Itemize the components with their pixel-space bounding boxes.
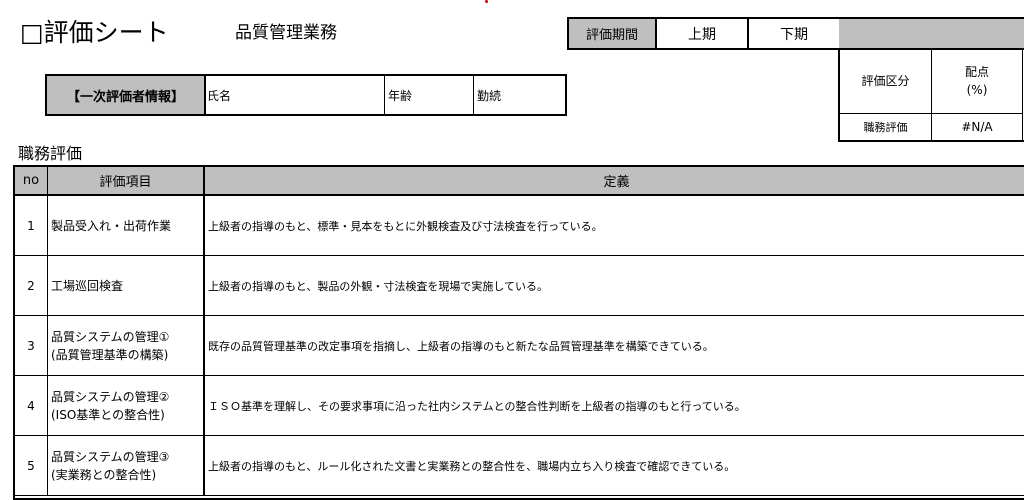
job-evaluation-table: no 評価項目 定義 1 製品受入れ・出荷作業 上級者の指導のもと、標準・見本を… <box>13 165 1024 500</box>
points-header: 配点 (%) <box>932 48 1023 114</box>
evaluator-tenure-cell[interactable]: 勤続 <box>474 76 565 114</box>
evaluation-category-header: 評価区分 <box>840 48 932 114</box>
row-item[interactable]: 工場巡回検査 <box>48 256 205 315</box>
row-item[interactable]: 製品受入れ・出荷作業 <box>48 196 205 255</box>
period-header-fill <box>839 17 1024 50</box>
evaluator-age-cell[interactable]: 年齢 <box>385 76 474 114</box>
row-definition[interactable]: 上級者の指導のもと、標準・見本をもとに外観検査及び寸法検査を行っている。 <box>205 196 1024 255</box>
table-row: 5 品質システムの管理③ (実業務との整合性) 上級者の指導のもと、ルール化され… <box>15 436 1024 496</box>
row-definition[interactable]: 既存の品質管理基準の改定事項を指摘し、上級者の指導のもと新たな品質管理基準を構築… <box>205 316 1024 375</box>
row-item-line1: 品質システムの管理③ <box>51 449 170 464</box>
row-item-line1: 品質システムの管理① <box>51 329 170 344</box>
row-item-line1: 製品受入れ・出荷作業 <box>51 218 172 233</box>
header-definition: 定義 <box>205 167 1024 196</box>
section-title: 職務評価 <box>18 144 83 163</box>
table-row: 2 工場巡回検査 上級者の指導のもと、製品の外観・寸法検査を現場で実施している。 <box>15 256 1024 316</box>
row-item-line2: (ISO基準との整合性) <box>51 407 165 422</box>
job-evaluation-label: 職務評価 <box>840 114 932 140</box>
period-first-half[interactable]: 上期 <box>655 17 749 50</box>
row-definition[interactable]: ＩＳＯ基準を理解し、その要求事項に沿った社内システムとの整合性判断を上級者の指導… <box>205 376 1024 435</box>
cell-cursor-marker <box>485 0 488 3</box>
evaluator-info-row: 【一次評価者情報】 氏名 年齢 勤続 <box>45 74 567 116</box>
score-table: 評価区分 配点 (%) 職務評価 #N/A <box>838 48 1024 142</box>
period-second-half[interactable]: 下期 <box>747 17 841 50</box>
row-number: 4 <box>15 376 48 435</box>
table-row: 3 品質システムの管理① (品質管理基準の構築) 既存の品質管理基準の改定事項を… <box>15 316 1024 376</box>
table-row: 4 品質システムの管理② (ISO基準との整合性) ＩＳＯ基準を理解し、その要求… <box>15 376 1024 436</box>
evaluator-name-cell[interactable]: 氏名 <box>204 76 385 114</box>
row-item[interactable]: 品質システムの管理② (ISO基準との整合性) <box>48 376 205 435</box>
department-name: 品質管理業務 <box>235 23 337 43</box>
row-item-line2: (品質管理基準の構築) <box>51 347 169 362</box>
row-item[interactable]: 品質システムの管理③ (実業務との整合性) <box>48 436 205 495</box>
row-item[interactable]: 品質システムの管理① (品質管理基準の構築) <box>48 316 205 375</box>
row-definition[interactable]: 上級者の指導のもと、製品の外観・寸法検査を現場で実施している。 <box>205 256 1024 315</box>
row-definition[interactable]: 上級者の指導のもと、ルール化された文書と実業務との整合性を、職場内立ち入り検査で… <box>205 436 1024 495</box>
row-item-line2: (実業務との整合性) <box>51 467 157 482</box>
points-header-line2: (%) <box>966 82 988 97</box>
table-row: 1 製品受入れ・出荷作業 上級者の指導のもと、標準・見本をもとに外観検査及び寸法… <box>15 196 1024 256</box>
row-item-line1: 品質システムの管理② <box>51 389 170 404</box>
row-number: 3 <box>15 316 48 375</box>
sheet-title: □評価シート <box>20 18 169 47</box>
points-header-line1: 配点 <box>964 64 989 79</box>
row-number: 2 <box>15 256 48 315</box>
evaluation-period-label: 評価期間 <box>567 17 657 50</box>
row-number: 1 <box>15 196 48 255</box>
row-item-line1: 工場巡回検査 <box>51 278 124 293</box>
evaluator-info-label: 【一次評価者情報】 <box>47 76 206 114</box>
header-no: no <box>15 167 48 196</box>
row-number: 5 <box>15 436 48 495</box>
job-evaluation-points[interactable]: #N/A <box>932 114 1023 140</box>
header-item: 評価項目 <box>48 167 205 196</box>
